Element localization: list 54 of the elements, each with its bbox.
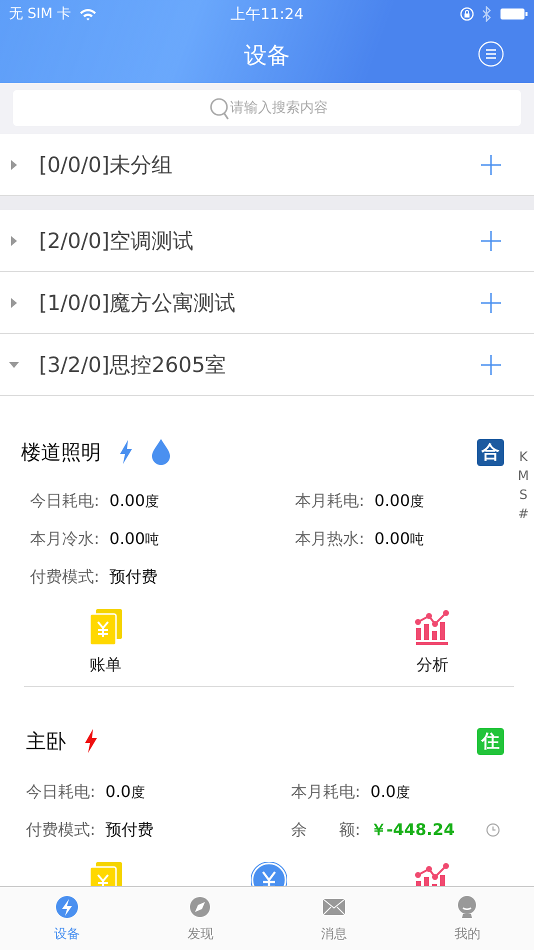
stat-value: 预付费 (105, 820, 154, 840)
device-name: 楼道照明 (21, 438, 101, 466)
bluetooth-icon (482, 6, 492, 22)
group-row[interactable]: [3/2/0]思控2605室 (0, 334, 534, 396)
add-icon[interactable] (480, 292, 502, 314)
stat-value: 0.00度 (109, 491, 160, 511)
stat-value: 0.00吨 (374, 529, 424, 549)
tag-badge: 合 (477, 438, 504, 466)
tab-item[interactable]: 发现 (134, 887, 267, 950)
index-letter[interactable]: K (519, 448, 528, 467)
action-label[interactable]: 分析 (416, 655, 448, 676)
stat-value: ￥-448.24 (370, 820, 455, 840)
add-icon[interactable] (480, 230, 502, 252)
stat-label: 本月耗电: (291, 782, 360, 802)
tab-item[interactable]: 我的 (400, 887, 534, 950)
group-row[interactable]: [0/0/0]未分组 (0, 134, 534, 196)
clock-icon[interactable] (486, 823, 500, 837)
stat-label: 本月耗电: (295, 490, 364, 512)
search-icon (209, 97, 231, 121)
stat-label: 今日耗电: (26, 782, 96, 802)
index-letter[interactable]: M (518, 467, 529, 486)
carrier-text: 无 SIM 卡 (9, 5, 71, 23)
stat-label: 本月冷水: (30, 528, 100, 550)
lightning-icon (54, 894, 79, 918)
tag-badge: 住 (477, 728, 504, 754)
device-name: 主卧 (26, 728, 66, 754)
battery-icon (500, 8, 528, 20)
stat-label: 本月热水: (295, 528, 364, 550)
stat-value: 0.00吨 (109, 529, 160, 549)
add-icon[interactable] (480, 354, 502, 376)
clock-time: 上午11:24 (230, 4, 304, 24)
stat-value: 预付费 (109, 566, 158, 588)
menu-button[interactable] (478, 41, 504, 67)
rotation-lock-icon (460, 7, 474, 21)
stat-value: 0.00度 (374, 491, 424, 511)
group-row[interactable]: [2/0/0]空调测试 (0, 210, 534, 272)
index-letter[interactable]: S (519, 486, 528, 505)
stat-label: 余 额: (291, 820, 360, 840)
action-label[interactable]: 账单 (90, 655, 122, 676)
search-field[interactable]: 请输入搜索内容 (13, 90, 521, 126)
compass-icon (188, 894, 212, 918)
stat-label: 今日耗电: (30, 490, 100, 512)
page-title: 设备 (244, 42, 290, 71)
index-letter[interactable]: # (518, 505, 529, 524)
stat-value: 0.0度 (105, 782, 145, 802)
add-icon[interactable] (480, 154, 502, 176)
bar-chart-icon[interactable] (415, 609, 450, 645)
stat-label: 付费模式: (26, 820, 96, 840)
stat-value: 0.0度 (370, 782, 410, 802)
stat-label: 付费模式: (30, 566, 100, 588)
wifi-icon (79, 8, 97, 20)
tab-item[interactable]: 消息 (267, 887, 400, 950)
group-row[interactable]: [1/0/0]魔方公寓测试 (0, 272, 534, 334)
tab-item[interactable]: 设备 (0, 887, 134, 950)
